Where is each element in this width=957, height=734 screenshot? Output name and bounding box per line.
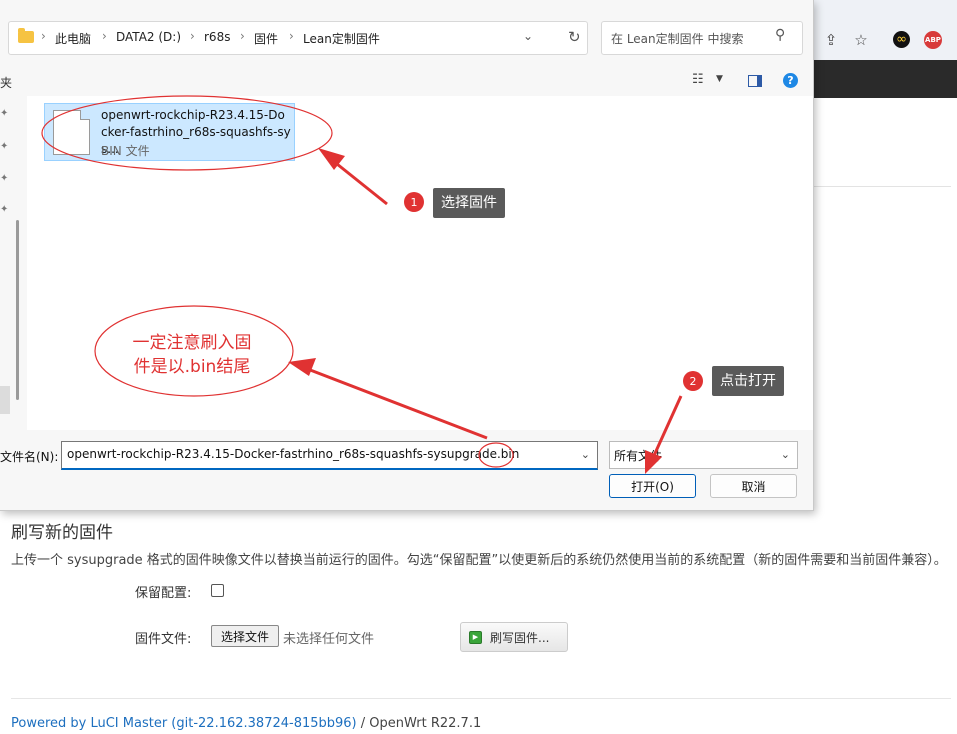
warning-line-1: 一定注意刷入固 — [132, 333, 252, 353]
chevron-right-icon: › — [102, 29, 107, 43]
chevron-down-icon[interactable]: ⌄ — [781, 448, 790, 461]
dialog-toolbar: 夹 ☷ ▼ ? — [0, 66, 813, 96]
chevron-down-icon[interactable]: ⌄ — [523, 29, 533, 43]
chevron-down-icon[interactable]: ▼ — [716, 74, 723, 84]
warning-note: 一定注意刷入固 件是以.bin结尾 — [114, 331, 270, 379]
nav-selected-item[interactable] — [0, 386, 10, 414]
footer-divider — [11, 698, 951, 699]
search-placeholder: 在 Lean定制固件 中搜索 — [611, 32, 744, 46]
open-button[interactable]: 打开(O) — [609, 474, 696, 498]
pin-icon: ✦ — [0, 108, 9, 119]
view-options-icon[interactable]: ☷ — [692, 72, 704, 87]
document-icon — [53, 110, 90, 155]
firmware-file-label: 固件文件: — [135, 632, 192, 647]
breadcrumb-this-pc[interactable]: 此电脑 — [55, 30, 91, 47]
navigation-pane: ✦ ✦ ✦ ✦ — [0, 96, 26, 430]
breadcrumb-lean-firmware[interactable]: Lean定制固件 — [303, 30, 380, 47]
address-bar[interactable]: › 此电脑 › DATA2 (D:) › r68s › 固件 › Lean定制固… — [8, 21, 588, 55]
chevron-right-icon: › — [289, 29, 294, 43]
luci-footer-link[interactable]: Powered by LuCI Master (git-22.162.38724… — [11, 716, 357, 731]
search-input[interactable]: 在 Lean定制固件 中搜索 ⚲ — [601, 21, 803, 55]
file-open-dialog: › 此电脑 › DATA2 (D:) › r68s › 固件 › Lean定制固… — [0, 0, 814, 511]
step-1-badge: 1 — [404, 192, 424, 212]
breadcrumb-r68s[interactable]: r68s — [204, 30, 230, 44]
search-icon[interactable]: ⚲ — [775, 27, 785, 43]
footer: Powered by LuCI Master (git-22.162.38724… — [11, 716, 481, 731]
step-1-callout: 选择固件 — [433, 188, 505, 218]
nav-pane-header: 夹 — [0, 76, 13, 90]
share-icon[interactable]: ⇪ — [821, 30, 841, 50]
flash-firmware-button[interactable]: ▶ 刷写固件... — [460, 622, 568, 652]
flash-icon: ▶ — [469, 630, 482, 644]
infinity-extension-icon[interactable]: ∞ — [893, 31, 910, 48]
cancel-button[interactable]: 取消 — [710, 474, 797, 498]
nav-scrollbar[interactable] — [16, 220, 19, 400]
help-icon[interactable]: ? — [783, 73, 798, 88]
star-icon[interactable]: ☆ — [851, 30, 871, 50]
filename-value: openwrt-rockchip-R23.4.15-Docker-fastrhi… — [67, 447, 520, 461]
choose-file-button[interactable]: 选择文件 — [211, 625, 279, 647]
pin-icon: ✦ — [0, 141, 9, 152]
filename-label: 文件名(N): — [0, 450, 59, 464]
flash-button-label: 刷写固件... — [490, 630, 550, 645]
file-type: BIN 文件 — [101, 144, 150, 158]
divider — [813, 186, 951, 187]
browser-dark-bar — [813, 60, 957, 98]
chevron-right-icon: › — [41, 29, 46, 43]
pin-icon: ✦ — [0, 173, 9, 184]
keep-settings-checkbox[interactable] — [211, 584, 224, 597]
adblock-icon[interactable]: ABP — [924, 31, 942, 49]
file-item-selected[interactable]: openwrt-rockchip-R23.4.15-Docker-fastrhi… — [44, 103, 295, 161]
breadcrumb-firmware[interactable]: 固件 — [254, 30, 278, 47]
keep-settings-label: 保留配置: — [135, 586, 192, 601]
page-description: 上传一个 sysupgrade 格式的固件映像文件以替换当前运行的固件。勾选“保… — [11, 553, 947, 568]
refresh-icon[interactable]: ↻ — [568, 28, 581, 46]
filetype-select[interactable]: 所有文件 ⌄ — [609, 441, 798, 469]
step-2-badge: 2 — [683, 371, 703, 391]
no-file-text: 未选择任何文件 — [283, 632, 375, 647]
chevron-down-icon[interactable]: ⌄ — [581, 448, 590, 461]
footer-version: / OpenWrt R22.7.1 — [356, 716, 482, 731]
breadcrumb-drive[interactable]: DATA2 (D:) — [116, 30, 181, 44]
preview-pane-icon[interactable] — [748, 75, 762, 87]
chevron-right-icon: › — [240, 29, 245, 43]
step-2-callout: 点击打开 — [712, 366, 784, 396]
filename-field[interactable]: openwrt-rockchip-R23.4.15-Docker-fastrhi… — [61, 441, 598, 470]
chevron-right-icon: › — [190, 29, 195, 43]
page-title: 刷写新的固件 — [11, 523, 113, 543]
folder-icon — [18, 28, 34, 43]
warning-line-2: 件是以.bin结尾 — [133, 357, 251, 377]
pin-icon: ✦ — [0, 204, 9, 215]
filetype-value: 所有文件 — [614, 449, 663, 463]
